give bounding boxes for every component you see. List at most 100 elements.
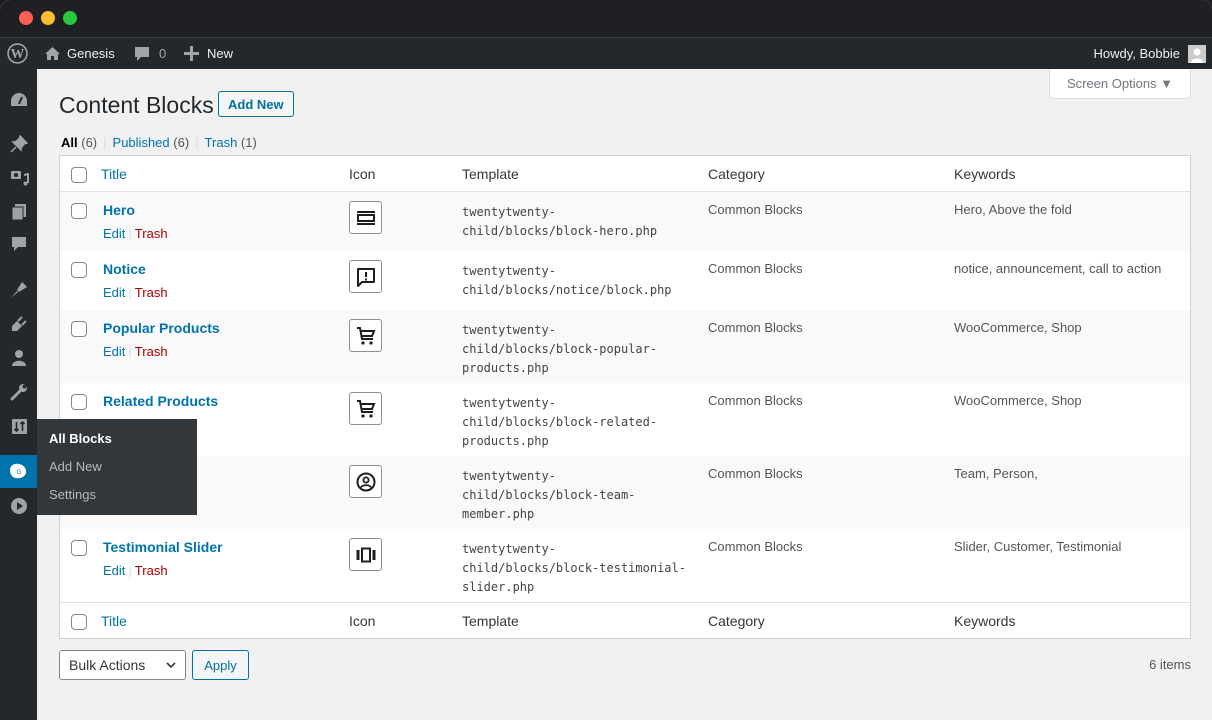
- filter-all-count: (6): [81, 135, 98, 150]
- minimize-window-button[interactable]: [41, 11, 55, 25]
- column-footer-keywords: Keywords: [954, 613, 1016, 629]
- category-cell: Common Blocks: [708, 320, 803, 335]
- play-icon[interactable]: [9, 496, 29, 516]
- template-path: twentytwenty-child/blocks/block-testimon…: [462, 542, 686, 594]
- table-row: Testimonial Slider Edit | Trash twentytwenty…: [60, 529, 1190, 602]
- keywords-cell: Slider, Customer, Testimonial: [954, 539, 1122, 554]
- chevron-down-icon: [166, 662, 176, 669]
- row-title-link[interactable]: Notice: [103, 261, 146, 277]
- filter-all[interactable]: All (6): [61, 135, 97, 150]
- custom-blocks-icon: G: [8, 461, 28, 481]
- filter-published[interactable]: Published (6): [113, 135, 190, 150]
- users-icon[interactable]: [9, 348, 29, 368]
- user-silhouette-icon: [1191, 48, 1203, 63]
- column-footer-title[interactable]: Title: [101, 613, 127, 629]
- svg-text:W: W: [11, 46, 25, 61]
- category-cell: Common Blocks: [708, 466, 803, 481]
- block-icon-preview: [349, 392, 382, 425]
- edit-link[interactable]: Edit: [103, 563, 125, 578]
- trash-link[interactable]: Trash: [135, 285, 168, 300]
- bulk-actions-select[interactable]: Bulk Actions: [59, 650, 186, 680]
- comments-icon[interactable]: [9, 234, 29, 254]
- row-title-link[interactable]: Hero: [103, 202, 135, 218]
- svg-text:G: G: [17, 470, 22, 476]
- row-checkbox[interactable]: [71, 394, 87, 410]
- notice-icon: [356, 267, 376, 287]
- keywords-cell: Hero, Above the fold: [954, 202, 1072, 217]
- filter-published-count: (6): [173, 135, 190, 150]
- table-row: Hero Edit | Trash twentytwenty-child/blocks/…: [60, 192, 1190, 251]
- select-all-checkbox-footer[interactable]: [71, 614, 87, 630]
- edit-link[interactable]: Edit: [103, 344, 125, 359]
- row-title-link[interactable]: Related Products: [103, 393, 218, 409]
- media-icon[interactable]: [9, 168, 29, 188]
- close-window-button[interactable]: [19, 11, 33, 25]
- wordpress-logo-menu[interactable]: W: [7, 38, 28, 69]
- separator: |: [128, 344, 132, 359]
- comments-link[interactable]: 0: [134, 38, 166, 69]
- wordpress-icon: W: [7, 43, 28, 64]
- row-title-link[interactable]: Popular Products: [103, 320, 220, 336]
- edit-link[interactable]: Edit: [103, 226, 125, 241]
- separator: |: [128, 285, 132, 300]
- block-icon-preview: [349, 465, 382, 498]
- site-name-link[interactable]: Genesis: [44, 38, 115, 69]
- person-icon: [356, 472, 376, 492]
- filter-trash[interactable]: Trash (1): [205, 135, 257, 150]
- filter-published-label: Published: [112, 135, 170, 150]
- keywords-cell: WooCommerce, Shop: [954, 393, 1082, 408]
- select-all-checkbox[interactable]: [71, 167, 87, 183]
- category-cell: Common Blocks: [708, 539, 803, 554]
- row-checkbox[interactable]: [71, 262, 87, 278]
- edit-link[interactable]: Edit: [103, 285, 125, 300]
- plugins-icon[interactable]: [9, 314, 29, 334]
- cart-icon: [356, 399, 376, 419]
- browser-window: W Genesis 0 New Howdy, Bobbie G Screen O…: [0, 0, 1212, 720]
- maximize-window-button[interactable]: [63, 11, 77, 25]
- row-checkbox[interactable]: [71, 540, 87, 556]
- trash-link[interactable]: Trash: [135, 563, 168, 578]
- admin-bar: W Genesis 0 New Howdy, Bobbie: [0, 38, 1212, 69]
- block-icon-preview: [349, 538, 382, 571]
- status-filter-links: All (6) | Published (6) | Trash (1): [61, 135, 257, 150]
- trash-link[interactable]: Trash: [135, 226, 168, 241]
- row-title-link[interactable]: Testimonial Slider: [103, 539, 223, 555]
- table-row: Popular Products Edit | Trash twentytwenty-c…: [60, 310, 1190, 383]
- template-path: twentytwenty-child/blocks/block-popular-…: [462, 323, 658, 375]
- custom-blocks-submenu: All Blocks Add New Settings: [37, 419, 197, 515]
- comments-count: 0: [159, 46, 167, 61]
- page-title: Content Blocks: [59, 92, 214, 118]
- settings-icon[interactable]: [9, 416, 29, 436]
- tools-icon[interactable]: [9, 382, 29, 402]
- pin-icon[interactable]: [9, 134, 29, 154]
- column-footer-icon: Icon: [349, 613, 376, 629]
- row-checkbox[interactable]: [71, 321, 87, 337]
- appearance-icon[interactable]: [9, 280, 29, 300]
- submenu-settings[interactable]: Settings: [49, 487, 96, 502]
- site-name: Genesis: [67, 46, 115, 61]
- pages-icon[interactable]: [9, 202, 29, 222]
- submenu-all-blocks[interactable]: All Blocks: [49, 431, 112, 446]
- table-row: Team MemberEdit|Trashtwentytwenty-child/…: [60, 456, 1190, 529]
- add-new-button[interactable]: Add New: [218, 91, 294, 117]
- items-count: 6 items: [1149, 657, 1191, 672]
- block-icon-preview: [349, 260, 382, 293]
- keywords-cell: Team, Person,: [954, 466, 1038, 481]
- main-content: Screen Options ▼ Content Blocks Add New …: [37, 69, 1212, 720]
- keywords-cell: notice, announcement, call to action: [954, 261, 1162, 276]
- submenu-add-new[interactable]: Add New: [49, 459, 102, 474]
- trash-link[interactable]: Trash: [135, 344, 168, 359]
- separator: |: [103, 135, 107, 150]
- category-cell: Common Blocks: [708, 202, 803, 217]
- column-header-title[interactable]: Title: [101, 166, 127, 182]
- apply-button[interactable]: Apply: [192, 650, 249, 680]
- dashboard-icon[interactable]: [9, 90, 29, 110]
- category-cell: Common Blocks: [708, 393, 803, 408]
- column-header-icon: Icon: [349, 166, 376, 182]
- my-account-menu[interactable]: Howdy, Bobbie: [1094, 38, 1206, 69]
- screen-options-button[interactable]: Screen Options ▼: [1049, 69, 1191, 99]
- new-content-link[interactable]: New: [184, 38, 233, 69]
- filter-all-label: All: [61, 135, 78, 150]
- slider-icon: [356, 547, 376, 563]
- row-checkbox[interactable]: [71, 203, 87, 219]
